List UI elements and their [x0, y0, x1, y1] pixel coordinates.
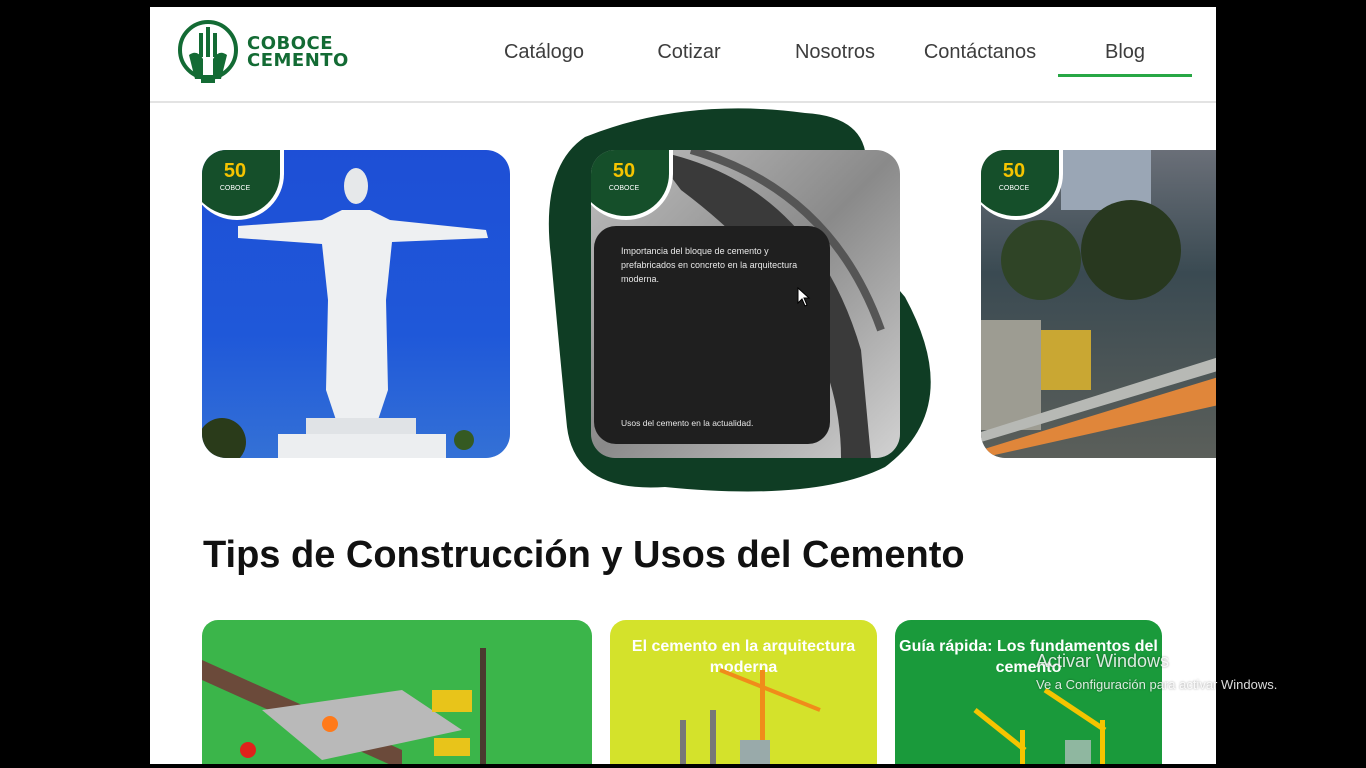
badge-number: 50 — [1002, 160, 1026, 182]
nav-nosotros[interactable]: Nosotros — [790, 41, 880, 64]
badge-brand: COBOCE — [608, 185, 640, 192]
badge-brand: COBOCE — [219, 185, 251, 192]
construction-illustration — [202, 648, 486, 764]
blog-card-cristo[interactable]: 50 COBOCE — [202, 150, 510, 458]
badge-number: 50 — [223, 160, 247, 182]
nav-cotizar[interactable]: Cotizar — [654, 41, 724, 64]
overlay-title: Importancia del bloque de cemento y pref… — [621, 246, 798, 284]
mouse-cursor-icon — [797, 287, 811, 307]
tip-card-2[interactable]: El cemento en la arquitectura moderna — [610, 620, 877, 764]
crane-illustration — [973, 687, 1107, 764]
blog-card-ciudad[interactable]: 50 COBOCE — [981, 150, 1216, 458]
brand-wordmark: COBOCE CEMENTO — [247, 35, 349, 71]
overlay-subtitle: Usos del cemento en la actualidad. — [621, 418, 754, 428]
badge-number: 50 — [612, 160, 636, 182]
crane-illustration — [680, 668, 821, 764]
card-hover-overlay[interactable]: Importancia del bloque de cemento y pref… — [594, 226, 830, 444]
tip-card-3[interactable]: Guía rápida: Los fundamentos del cemento — [895, 620, 1162, 764]
tip-card-1[interactable] — [202, 620, 592, 764]
badge-brand: COBOCE — [998, 185, 1030, 192]
windows-watermark-subtitle: Ve a Configuración para activar Windows. — [1036, 677, 1278, 692]
windows-watermark-title: Activar Windows — [1036, 651, 1170, 671]
nav-contactanos[interactable]: Contáctanos — [920, 41, 1040, 64]
coboce-emblem-icon — [178, 20, 238, 83]
section-title: Tips de Construcción y Usos del Cemento — [203, 534, 965, 576]
site-header: COBOCE CEMENTO Catálogo Cotizar Nosotros… — [150, 7, 1216, 103]
nav-catalogo[interactable]: Catálogo — [502, 41, 586, 64]
nav-blog[interactable]: Blog — [1058, 41, 1192, 77]
brand-name-line2: CEMENTO — [247, 50, 349, 71]
brand-logo[interactable]: COBOCE CEMENTO — [177, 19, 349, 85]
